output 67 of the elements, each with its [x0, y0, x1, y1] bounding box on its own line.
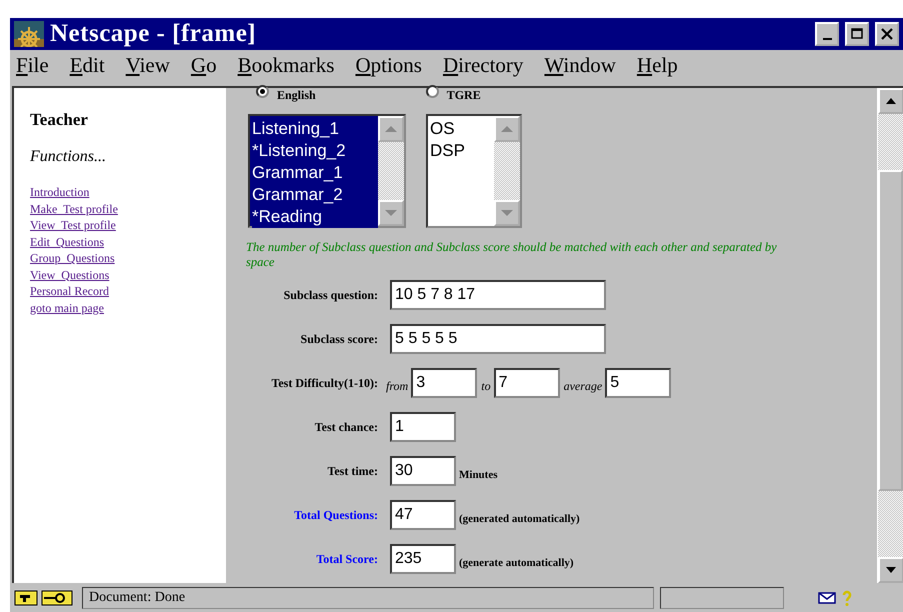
- field-label: Total Questions:: [293, 508, 379, 522]
- input-field[interactable]: 47: [390, 500, 456, 530]
- menu-item[interactable]: Options: [355, 52, 422, 78]
- field-label: Test time:: [326, 464, 379, 478]
- sidebar-subheading: Functions...: [30, 148, 107, 166]
- menu-item[interactable]: Window: [544, 52, 616, 78]
- menu-item[interactable]: Edit: [70, 52, 105, 78]
- scroll-thumb[interactable]: [878, 170, 903, 491]
- menu-item[interactable]: Directory: [442, 52, 524, 78]
- field-note: Minutes: [459, 469, 498, 481]
- down-arrow-icon: [385, 210, 397, 216]
- sidebar-heading: Teacher: [30, 110, 89, 130]
- input-field[interactable]: 5 5 5 5 5: [390, 324, 606, 354]
- menu-item[interactable]: View: [126, 52, 170, 78]
- input-field[interactable]: 7: [494, 368, 560, 398]
- range-prefix: average: [564, 378, 602, 394]
- up-arrow-icon: [385, 126, 397, 132]
- scroll-down-button[interactable]: [878, 557, 903, 583]
- maximize-button[interactable]: [845, 22, 869, 46]
- down-arrow-icon: [501, 210, 513, 216]
- range-prefix: to: [481, 378, 491, 394]
- sidebar-link[interactable]: Personal Record: [30, 283, 226, 300]
- field-note: (generate automatically): [459, 557, 574, 569]
- close-icon: [881, 28, 893, 40]
- sidebar-link[interactable]: Edit Questions: [30, 234, 226, 250]
- field-label: Subclass question:: [282, 288, 379, 302]
- input-field[interactable]: 235: [390, 544, 456, 574]
- radio-button[interactable]: [256, 85, 269, 98]
- radio-button[interactable]: [426, 85, 439, 98]
- maximize-icon: [851, 28, 863, 40]
- sidebar-link[interactable]: Group Questions: [30, 250, 226, 266]
- radio-label: English: [277, 88, 316, 103]
- menu-item[interactable]: Help: [636, 52, 678, 78]
- menu-item[interactable]: Go: [190, 52, 217, 78]
- field-note: (generated automatically): [459, 513, 580, 525]
- list-box[interactable]: Listening_1 *Listening_2 Grammar_1 Grammar_2 *Reading: [248, 114, 406, 228]
- down-arrow-icon: [886, 567, 896, 573]
- minimize-icon: [822, 38, 832, 40]
- sidebar-link[interactable]: Introduction: [30, 184, 226, 200]
- mail-icon[interactable]: [818, 592, 836, 604]
- window-title: Netscape - [frame]: [50, 20, 258, 48]
- input-field[interactable]: 3: [411, 368, 478, 398]
- up-arrow-icon: [886, 98, 896, 104]
- ship-wheel-icon: [14, 21, 44, 47]
- sidebar-link[interactable]: View Questions: [30, 266, 226, 283]
- input-field[interactable]: 30: [390, 456, 456, 486]
- field-label: Subclass score:: [300, 332, 379, 346]
- range-prefix: from: [386, 378, 408, 394]
- sidebar-link[interactable]: View Test profile: [30, 217, 226, 234]
- radio-label: TGRE: [446, 88, 481, 103]
- menu-item[interactable]: File: [16, 52, 49, 78]
- up-arrow-icon: [501, 126, 513, 132]
- input-field[interactable]: 5: [605, 368, 672, 398]
- field-label: Test chance:: [314, 420, 379, 434]
- input-field[interactable]: 10 5 7 8 17: [390, 280, 606, 310]
- status-text: Document: Done: [82, 587, 654, 609]
- scroll-up-button[interactable]: [878, 88, 903, 114]
- input-field[interactable]: 1: [390, 412, 456, 442]
- field-label: Test Difficulty(1-10):: [270, 376, 379, 390]
- field-label: Total Score:: [315, 552, 379, 566]
- menu-item[interactable]: Bookmarks: [238, 52, 334, 78]
- list-box[interactable]: OS DSP: [426, 114, 522, 228]
- sidebar-link[interactable]: Make Test profile: [30, 200, 226, 217]
- hint-text: The number of Subclass question and Subclass score should be matched with each other and separated by space: [246, 240, 778, 270]
- sidebar-link[interactable]: goto main page: [30, 300, 226, 316]
- minimize-button[interactable]: [815, 22, 839, 46]
- close-button[interactable]: [875, 22, 899, 46]
